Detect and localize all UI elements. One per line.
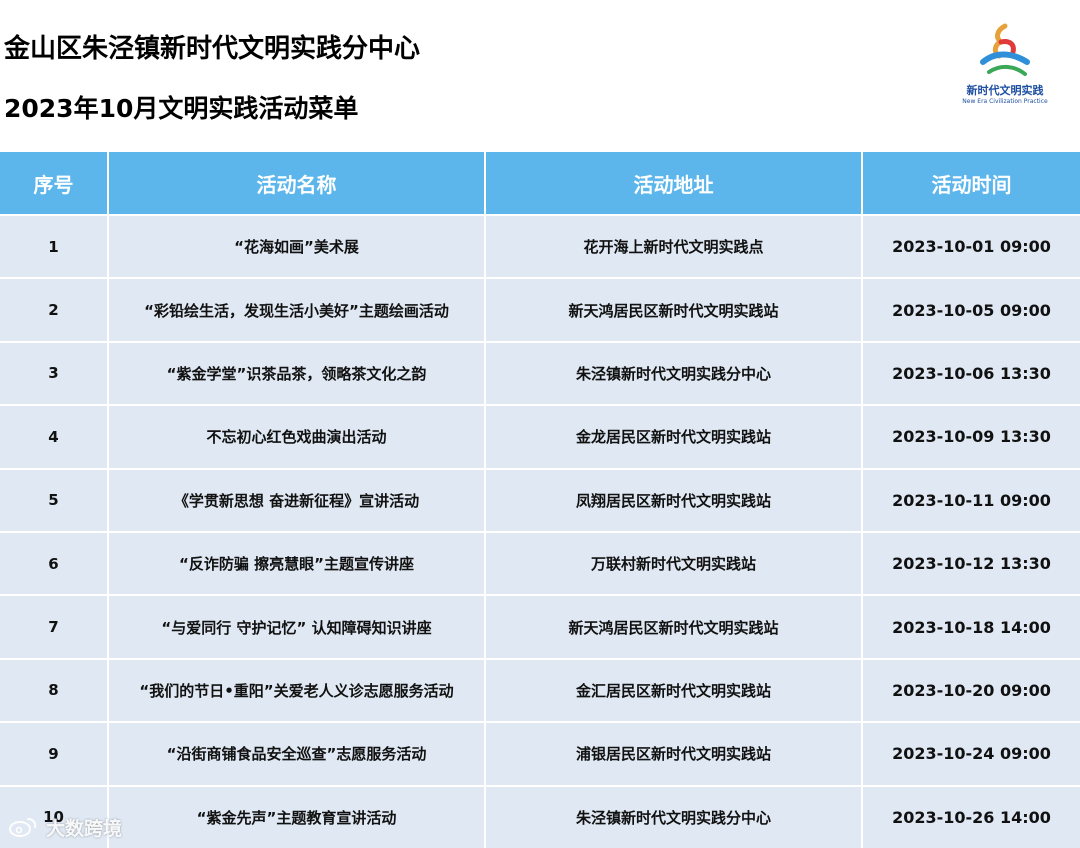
cell-address: 浦银居民区新时代文明实践站 <box>486 723 863 785</box>
cell-time: 2023-10-18 14:00 <box>892 617 1051 637</box>
table-row: 2 “彩铅绘生活，发现生活小美好”主题绘画活动 新天鸿居民区新时代文明实践站 2… <box>0 279 1080 343</box>
cell-no: 7 <box>0 596 109 658</box>
logo-mark-icon <box>980 23 1030 76</box>
cell-name: “我们的节日•重阳”关爱老人义诊志愿服务活动 <box>109 659 486 722</box>
cell-address: 朱泾镇新时代文明实践分中心 <box>486 786 863 848</box>
cell-no: 2 <box>0 279 109 341</box>
cell-no: 3 <box>0 342 109 405</box>
cell-time: 2023-10-05 09:00 <box>892 300 1051 320</box>
cell-address: 新天鸿居民区新时代文明实践站 <box>486 596 863 658</box>
cell-time: 2023-10-01 09:00 <box>892 237 1051 257</box>
table-row: 4 不忘初心红色戏曲演出活动 金龙居民区新时代文明实践站 2023-10-09 … <box>0 406 1080 470</box>
cell-name: 《学贯新思想 奋进新征程》宣讲活动 <box>109 469 486 531</box>
cell-time: 2023-10-12 13:30 <box>892 554 1051 574</box>
table-row: 1 “花海如画”美术展 花开海上新时代文明实践点 2023-10-01 09:0… <box>0 216 1080 280</box>
table-row: 9 “沿街商铺食品安全巡查”志愿服务活动 浦银居民区新时代文明实践站 2023-… <box>0 723 1080 787</box>
cell-no: 5 <box>0 469 109 531</box>
table-row: 8 “我们的节日•重阳”关爱老人义诊志愿服务活动 金汇居民区新时代文明实践站 2… <box>0 659 1080 724</box>
cell-name: “花海如画”美术展 <box>109 216 486 278</box>
cell-address: 朱泾镇新时代文明实践分中心 <box>486 342 863 405</box>
table-row: 10 “紫金先声”主题教育宣讲活动 朱泾镇新时代文明实践分中心 2023-10-… <box>0 786 1080 848</box>
cell-name: “彩铅绘生活，发现生活小美好”主题绘画活动 <box>109 279 486 341</box>
cell-no: 8 <box>0 659 109 722</box>
page-title: 金山区朱泾镇新时代文明实践分中心 <box>4 34 421 64</box>
cell-name: “与爱同行 守护记忆” 认知障碍知识讲座 <box>109 596 486 658</box>
cell-name: “紫金先声”主题教育宣讲活动 <box>109 786 486 848</box>
cell-name: “紫金学堂”识茶品茶，领略茶文化之韵 <box>109 342 486 405</box>
table-row: 5 《学贯新思想 奋进新征程》宣讲活动 凤翔居民区新时代文明实践站 2023-1… <box>0 469 1080 533</box>
cell-address: 花开海上新时代文明实践点 <box>486 216 863 278</box>
activity-menu-page: 金山区朱泾镇新时代文明实践分中心 2023年10月文明实践活动菜单 新时代文明实… <box>0 0 1080 848</box>
table-row: 7 “与爱同行 守护记忆” 认知障碍知识讲座 新天鸿居民区新时代文明实践站 20… <box>0 596 1080 660</box>
watermark: 大数跨境 <box>8 810 122 844</box>
cell-name: “沿街商铺食品安全巡查”志愿服务活动 <box>109 723 486 785</box>
cell-no: 6 <box>0 532 109 595</box>
cell-time: 2023-10-24 09:00 <box>892 744 1051 764</box>
cell-address: 金汇居民区新时代文明实践站 <box>486 659 863 722</box>
cell-time: 2023-10-09 13:30 <box>892 427 1051 447</box>
table-row: 6 “反诈防骗 擦亮慧眼”主题宣传讲座 万联村新时代文明实践站 2023-10-… <box>0 532 1080 597</box>
cell-address: 凤翔居民区新时代文明实践站 <box>486 469 863 531</box>
civilization-practice-logo: 新时代文明实践 New Era Civilization Practice <box>955 22 1055 114</box>
activity-table: 序号 活动名称 活动地址 活动时间 1 “花海如画”美术展 花开海上新时代文明实… <box>0 152 1080 848</box>
cell-no: 4 <box>0 406 109 468</box>
cell-no: 1 <box>0 216 109 278</box>
cell-time: 2023-10-20 09:00 <box>892 680 1051 700</box>
cell-address: 金龙居民区新时代文明实践站 <box>486 406 863 468</box>
column-header-name: 活动名称 <box>109 152 486 214</box>
cell-no: 9 <box>0 723 109 785</box>
cell-name: 不忘初心红色戏曲演出活动 <box>109 406 486 468</box>
page-subtitle: 2023年10月文明实践活动菜单 <box>4 94 359 123</box>
table-row: 3 “紫金学堂”识茶品茶，领略茶文化之韵 朱泾镇新时代文明实践分中心 2023-… <box>0 342 1080 407</box>
cell-name: “反诈防骗 擦亮慧眼”主题宣传讲座 <box>109 532 486 595</box>
column-header-address: 活动地址 <box>486 152 863 214</box>
column-header-no: 序号 <box>0 152 109 214</box>
cell-address: 新天鸿居民区新时代文明实践站 <box>486 279 863 341</box>
logo-text-cn: 新时代文明实践 <box>966 84 1044 97</box>
logo-text-en: New Era Civilization Practice <box>962 98 1048 105</box>
cell-time: 2023-10-06 13:30 <box>892 363 1051 383</box>
cell-time: 2023-10-26 14:00 <box>892 807 1051 827</box>
cell-address: 万联村新时代文明实践站 <box>486 532 863 595</box>
column-header-time: 活动时间 <box>931 172 1012 197</box>
cell-time: 2023-10-11 09:00 <box>892 490 1051 510</box>
weibo-like-icon <box>9 818 37 837</box>
watermark-text: 大数跨境 <box>46 817 123 840</box>
table-header-row: 序号 活动名称 活动地址 活动时间 <box>0 152 1080 216</box>
